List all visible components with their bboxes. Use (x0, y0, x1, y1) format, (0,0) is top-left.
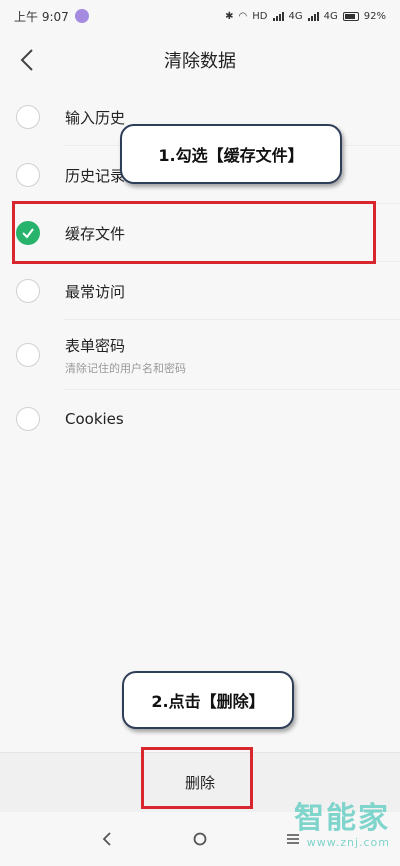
option-cache-files[interactable]: 缓存文件 (0, 204, 400, 262)
option-most-visited[interactable]: 最常访问 (0, 262, 400, 320)
checkbox-input-history[interactable] (16, 105, 40, 129)
option-text: Cookies (65, 410, 124, 428)
option-form-passwords[interactable]: 表单密码 清除记住的用户名和密码 (0, 320, 400, 390)
status-hd: HD (252, 10, 268, 22)
watermark: 智能家 www.znj.com (294, 801, 390, 850)
callout-step-1: 1.勾选【缓存文件】 (120, 124, 342, 184)
delete-button[interactable]: 删除 (185, 772, 215, 793)
back-button[interactable] (12, 44, 42, 76)
option-sublabel: 清除记住的用户名和密码 (65, 361, 186, 375)
checkmark-icon (22, 228, 34, 239)
nav-home-button[interactable] (185, 824, 215, 854)
checkbox-cookies[interactable] (16, 407, 40, 431)
option-cookies[interactable]: Cookies (0, 390, 400, 448)
watermark-logo: 智能家 (294, 801, 390, 836)
option-label: 历史记录 (65, 166, 126, 185)
bluetooth-icon: ✱ (225, 10, 234, 22)
option-text: 缓存文件 (65, 223, 125, 244)
option-label: 最常访问 (65, 282, 126, 301)
checkbox-cache-files[interactable] (16, 221, 40, 245)
option-label: Cookies (65, 410, 124, 428)
nav-home-icon (193, 832, 207, 846)
status-4g-2: 4G (323, 10, 338, 22)
signal-icon (272, 11, 284, 21)
battery-percent: 92% (363, 10, 386, 22)
wifi-icon: ◠ (238, 10, 248, 22)
option-label: 表单密码 (65, 336, 126, 355)
status-time: 上午 9:07 (14, 9, 69, 24)
option-label: 输入历史 (65, 108, 126, 127)
checkbox-browse-history[interactable] (16, 163, 40, 187)
status-right: ✱ ◠ HD 4G 4G 92% (225, 11, 386, 22)
option-text: 最常访问 (65, 281, 125, 302)
chevron-left-icon (20, 49, 33, 71)
status-4g-1: 4G (288, 10, 303, 22)
nav-back-button[interactable] (92, 824, 122, 854)
signal-icon-2 (307, 11, 319, 21)
option-text: 表单密码 清除记住的用户名和密码 (65, 335, 186, 376)
callout-step-1-text: 1.勾选【缓存文件】 (158, 146, 304, 165)
checkbox-most-visited[interactable] (16, 279, 40, 303)
page-title: 清除数据 (164, 51, 236, 72)
checkbox-form-passwords[interactable] (16, 343, 40, 367)
watermark-url: www.znj.com (306, 836, 390, 849)
callout-step-2: 2.点击【删除】 (122, 671, 294, 729)
nav-back-icon (102, 832, 111, 846)
option-label: 缓存文件 (65, 224, 126, 243)
status-left: 上午 9:07 (14, 8, 89, 25)
notification-app-icon (74, 9, 89, 23)
app-header: 清除数据 (0, 32, 400, 88)
option-text: 输入历史 (65, 107, 125, 128)
status-bar: 上午 9:07 ✱ ◠ HD 4G 4G 92% (0, 0, 400, 32)
callout-step-2-text: 2.点击【删除】 (151, 692, 265, 711)
battery-icon (342, 11, 359, 21)
option-text: 历史记录 (65, 165, 125, 186)
